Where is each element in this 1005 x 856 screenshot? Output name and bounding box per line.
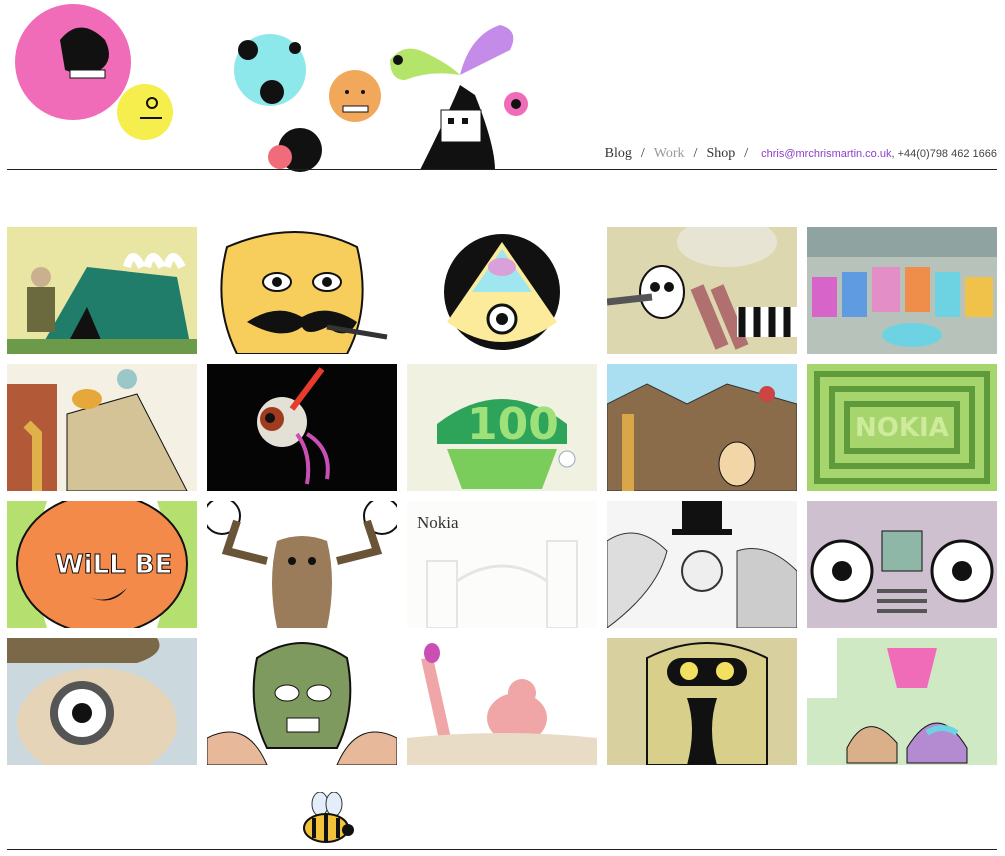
site-header: Blog / Work / Shop / chris@mrchrismartin… [0, 0, 1005, 172]
portfolio-grid: 100 NOKIA WiLL BE Nokia [7, 227, 997, 765]
portfolio-tile[interactable] [607, 364, 797, 491]
portfolio-tile[interactable] [407, 638, 597, 765]
portfolio-tile[interactable]: WiLL BE [7, 501, 197, 628]
svg-text:100: 100 [467, 399, 559, 450]
svg-text:NOKIA: NOKIA [855, 413, 949, 443]
basketball-will-be-icon: WiLL BE [7, 501, 197, 628]
email-link[interactable]: chris@mrchrismartin.co.uk [761, 148, 891, 160]
portfolio-tile[interactable] [7, 227, 197, 354]
yellow-face-icon [607, 638, 797, 765]
chainsaw-creature-icon [607, 227, 797, 354]
giraffe-construction-icon [7, 364, 197, 491]
nav-separator: / [640, 146, 645, 161]
bee-icon [303, 792, 354, 843]
portfolio-tile[interactable] [607, 227, 797, 354]
tent-illustration-icon [7, 227, 197, 354]
giraffe-desert-icon [607, 364, 797, 491]
phone-number: , +44(0)798 462 1666 [891, 148, 997, 160]
nav-blog-link[interactable]: Blog [605, 146, 632, 162]
portfolio-tile[interactable] [407, 227, 597, 354]
nav-separator: / [744, 146, 749, 161]
bath-man-icon [407, 638, 597, 765]
cupcake-100-icon: 100 [407, 364, 597, 491]
portfolio-tile[interactable] [807, 501, 997, 628]
eyeball-icon [207, 364, 397, 491]
nokia-maze-icon: NOKIA [807, 364, 997, 491]
moose-icon [207, 501, 397, 628]
huts-icon [807, 638, 997, 765]
portfolio-tile-nokia[interactable]: Nokia [407, 501, 597, 628]
portfolio-tile[interactable] [807, 227, 997, 354]
portfolio-tile[interactable] [207, 227, 397, 354]
portfolio-tile[interactable] [207, 638, 397, 765]
hat-eye-character-icon [7, 638, 197, 765]
header-rule [7, 169, 997, 170]
portfolio-tile[interactable]: 100 [407, 364, 597, 491]
comcast-letters-icon [807, 227, 997, 354]
portfolio-tile[interactable] [607, 638, 797, 765]
moustache-man-icon [207, 227, 397, 354]
balaclava-man-icon [207, 638, 397, 765]
portfolio-tile[interactable] [207, 501, 397, 628]
eye-triangle-icon [407, 227, 597, 354]
portfolio-tile[interactable] [207, 364, 397, 491]
nav-shop-link[interactable]: Shop [706, 146, 735, 162]
footer-rule [7, 849, 997, 850]
portfolio-tile[interactable] [7, 364, 197, 491]
main-nav: Blog / Work / Shop / chris@mrchrismartin… [605, 146, 997, 162]
tile-caption: Nokia [417, 513, 459, 532]
portfolio-tile[interactable] [607, 501, 797, 628]
portfolio-tile[interactable] [7, 638, 197, 765]
svg-text:WiLL BE: WiLL BE [55, 550, 172, 580]
machine-eyes-icon [807, 501, 997, 628]
nav-work-link[interactable]: Work [654, 146, 685, 162]
top-hat-crowd-icon [607, 501, 797, 628]
portfolio-tile[interactable]: NOKIA [807, 364, 997, 491]
nav-separator: / [693, 146, 698, 161]
portfolio-tile[interactable] [807, 638, 997, 765]
